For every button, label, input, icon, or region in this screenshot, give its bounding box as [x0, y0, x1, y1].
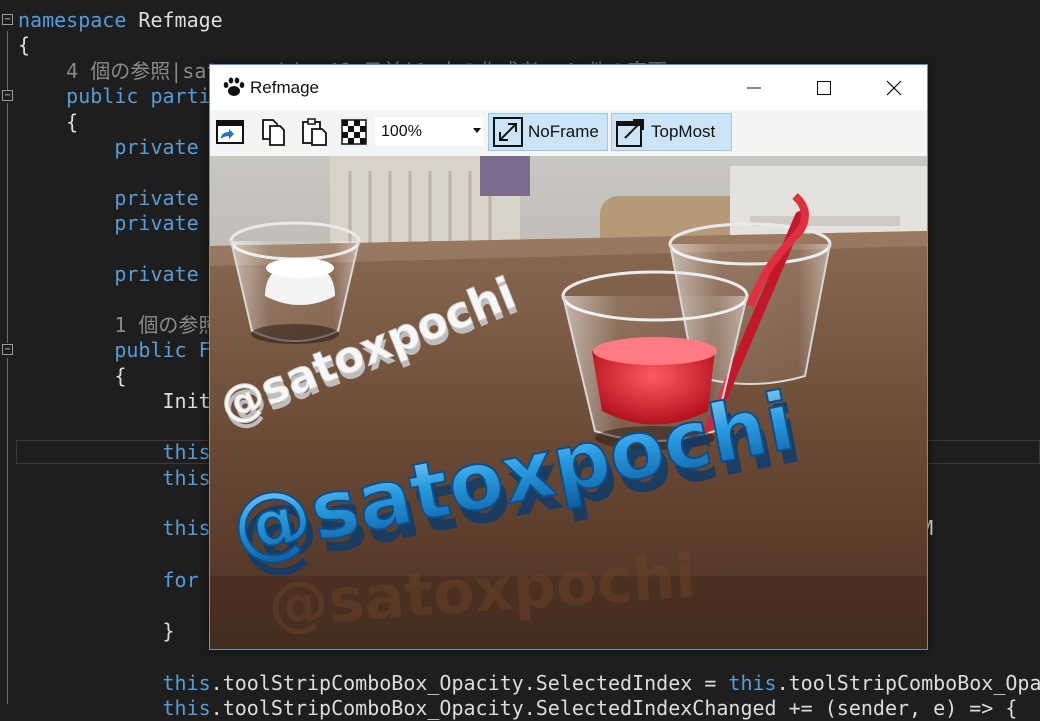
screen-capture-icon: [216, 120, 244, 144]
code-token: .toolStripComboBox_Opacity.SelectedIndex…: [210, 696, 1018, 720]
code-token: for: [18, 568, 199, 592]
code-line[interactable]: private: [18, 186, 199, 211]
paste-button[interactable]: [298, 115, 332, 149]
chevron-down-icon[interactable]: [473, 128, 481, 133]
copy-icon: [262, 119, 285, 146]
code-token: this: [18, 440, 211, 464]
code-line[interactable]: {: [18, 110, 78, 135]
code-token: Refmage: [126, 8, 223, 32]
close-icon: [886, 80, 902, 95]
code-token: .toolStripComboBox_Opac: [776, 671, 1040, 695]
code-token: namespace: [18, 8, 127, 32]
transparency-button[interactable]: [337, 115, 371, 149]
code-line[interactable]: this: [18, 466, 211, 491]
refmage-window[interactable]: Refmage 100% NoFrame TopMost @satoxpochi…: [209, 64, 928, 650]
zoom-value: 100%: [381, 123, 422, 140]
screen-capture-button[interactable]: [213, 115, 247, 149]
code-token: private: [18, 262, 199, 286]
code-line[interactable]: this.toolStripComboBox_Opacity.SelectedI…: [18, 696, 1017, 721]
noframe-label: NoFrame: [528, 122, 599, 141]
code-token: this: [18, 671, 211, 695]
fold-toggle-constructor[interactable]: −: [2, 344, 13, 355]
window-title: Refmage: [250, 78, 319, 97]
code-token: this: [18, 466, 211, 490]
paste-icon: [302, 118, 327, 146]
image-viewer[interactable]: @satoxpochi @satoxpochi @satoxpochi @sat…: [210, 156, 927, 649]
code-token: {: [18, 364, 127, 388]
code-token: {: [18, 33, 31, 57]
maximize-button[interactable]: [789, 65, 859, 110]
copy-button[interactable]: [257, 115, 291, 149]
code-line[interactable]: private: [18, 211, 199, 236]
code-line[interactable]: this.toolStripComboBox_Opacity.SelectedI…: [18, 671, 1040, 696]
topmost-label: TopMost: [651, 122, 716, 141]
code-token: {: [18, 110, 79, 134]
code-line[interactable]: {: [18, 33, 30, 58]
topmost-icon: [616, 119, 644, 147]
code-line[interactable]: 1 個の参照: [18, 313, 218, 338]
code-line[interactable]: for: [18, 568, 199, 593]
code-token: private: [18, 135, 199, 159]
code-token: .toolStripComboBox_Opacity.SelectedIndex…: [210, 671, 729, 695]
fold-toggle-class[interactable]: −: [2, 90, 13, 101]
toolbar: 100% NoFrame TopMost: [210, 110, 927, 156]
code-token: private: [18, 211, 199, 235]
fold-guide: [7, 31, 8, 91]
paw-icon: [223, 77, 245, 96]
code-token: 1 個の参照: [18, 313, 219, 337]
code-token: this: [18, 696, 211, 720]
topmost-toggle[interactable]: TopMost: [611, 113, 732, 151]
code-token: this: [18, 516, 211, 540]
code-line[interactable]: public F: [18, 338, 211, 363]
minimize-icon: [747, 87, 761, 88]
code-line[interactable]: }: [18, 619, 175, 644]
fold-guide: [7, 103, 8, 343]
expand-icon: [493, 117, 523, 147]
maximize-icon: [817, 80, 831, 95]
code-line[interactable]: {: [18, 364, 126, 389]
rendered-scene-image: @satoxpochi @satoxpochi @satoxpochi @sat…: [210, 156, 927, 649]
checkerboard-icon: [341, 119, 367, 145]
code-token: }: [18, 619, 175, 643]
zoom-combobox[interactable]: 100%: [374, 116, 484, 147]
code-token: private: [18, 186, 199, 210]
code-token: public F: [18, 338, 211, 362]
close-button[interactable]: [859, 65, 929, 110]
code-token: Init: [18, 389, 211, 413]
noframe-toggle[interactable]: NoFrame: [488, 113, 608, 151]
code-line[interactable]: private: [18, 262, 199, 287]
fold-guide: [7, 358, 8, 704]
code-line[interactable]: this: [18, 440, 211, 465]
code-token: this: [728, 671, 777, 695]
fold-toggle-namespace[interactable]: −: [2, 14, 13, 25]
title-bar[interactable]: Refmage: [210, 65, 927, 110]
code-line[interactable]: namespace Refmage: [18, 8, 223, 33]
minimize-button[interactable]: [719, 65, 789, 110]
code-line[interactable]: Init: [18, 389, 211, 414]
